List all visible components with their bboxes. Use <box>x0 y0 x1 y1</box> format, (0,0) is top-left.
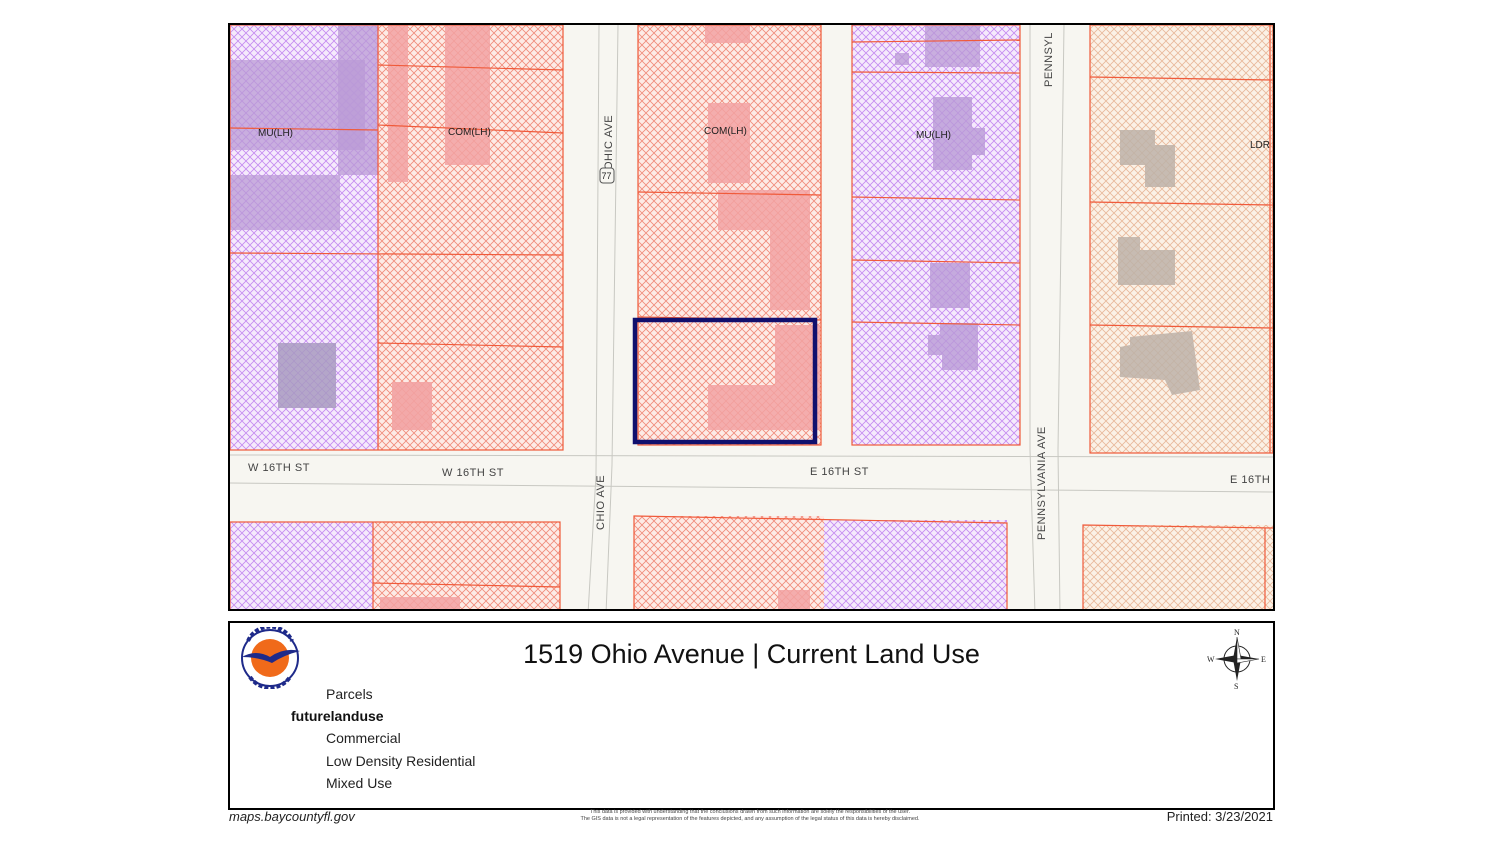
legend-item-commercial: Commercial <box>326 730 401 746</box>
zone-label-commercial: COM(LH) <box>448 127 491 138</box>
building-footprint <box>278 343 336 408</box>
zone-label-mixed-use: MU(LH) <box>916 130 951 141</box>
legend-item-parcels: Parcels <box>326 686 373 702</box>
parcel-mixed-use[interactable] <box>230 522 373 609</box>
north-arrow-compass-icon: N S W E <box>1207 628 1266 689</box>
building-footprint <box>778 590 810 609</box>
street-label-w-16th-st: W 16TH ST <box>442 467 504 479</box>
disclaimer-line-2: The GIS data is not a legal representati… <box>580 816 920 822</box>
footer-url: maps.baycountyfl.gov <box>229 809 355 824</box>
parcel-low-density-residential[interactable] <box>1083 525 1273 609</box>
map-title: 1519 Ohio Avenue | Current Land Use <box>523 639 980 669</box>
map-canvas[interactable]: W 16TH ST W 16TH ST E 16TH ST E 16TH OHI… <box>230 25 1273 609</box>
parcel-mixed-use[interactable] <box>824 520 1007 609</box>
legend-item-low-density-residential: Low Density Residential <box>326 753 476 769</box>
footer-disclaimer: This data is provided with understanding… <box>480 809 1020 823</box>
block-ohio-east-south <box>633 515 1008 609</box>
building-footprint <box>338 25 378 175</box>
block-pennsylvania-west <box>851 25 1021 446</box>
street-label-pennsylvania-ave: PENNSYLVANIA AVE <box>1036 426 1048 540</box>
block-east-south <box>1082 524 1273 609</box>
street-label-pennsylvania-ave: PENNSYL <box>1043 32 1055 87</box>
parcel-commercial[interactable] <box>373 522 560 609</box>
parcel-mixed-use[interactable] <box>852 25 1020 445</box>
block-east-north <box>1089 25 1273 454</box>
legend-group-futurelanduse: futurelanduse <box>291 708 384 724</box>
building-footprint <box>380 597 460 609</box>
building-footprint <box>930 263 970 308</box>
block-west-north <box>230 25 564 451</box>
building-footprint <box>705 25 750 43</box>
block-west-south <box>230 521 561 609</box>
zone-label-mixed-use: MU(LH) <box>258 128 293 139</box>
block-ohio-east <box>632 25 822 446</box>
route-shield-icon: 77 <box>599 167 615 184</box>
street-label-ohio-ave: OHIC AVE <box>603 115 615 170</box>
footer-printed-date: Printed: 3/23/2021 <box>1166 809 1273 824</box>
street-label-w-16th-st: W 16TH ST <box>248 462 310 474</box>
svg-text:E: E <box>1261 655 1266 664</box>
building-footprint <box>388 25 408 182</box>
zone-label-commercial: COM(LH) <box>704 126 747 137</box>
svg-text:W: W <box>1207 655 1215 664</box>
map-view[interactable]: W 16TH ST W 16TH ST E 16TH ST E 16TH OHI… <box>228 23 1275 611</box>
street-label-ohio-ave: CHIO AVE <box>595 475 607 530</box>
building-footprint <box>392 382 432 430</box>
svg-text:N: N <box>1234 628 1240 637</box>
legend-panel: 1519 Ohio Avenue | Current Land Use N S … <box>228 621 1275 810</box>
street-label-e-16th: E 16TH <box>1230 474 1270 486</box>
building-footprint <box>925 25 980 67</box>
zone-label-low-density-residential: LDR <box>1250 140 1270 151</box>
building-footprint <box>708 103 750 183</box>
legend-item-mixed-use: Mixed Use <box>326 775 393 791</box>
building-footprint <box>445 25 490 165</box>
svg-text:77: 77 <box>602 171 612 181</box>
building-footprint <box>230 175 340 230</box>
disclaimer-line-1: This data is provided with understanding… <box>589 809 911 815</box>
building-footprint <box>895 53 909 65</box>
street-label-e-16th-st: E 16TH ST <box>810 466 869 478</box>
svg-text:S: S <box>1234 682 1238 689</box>
